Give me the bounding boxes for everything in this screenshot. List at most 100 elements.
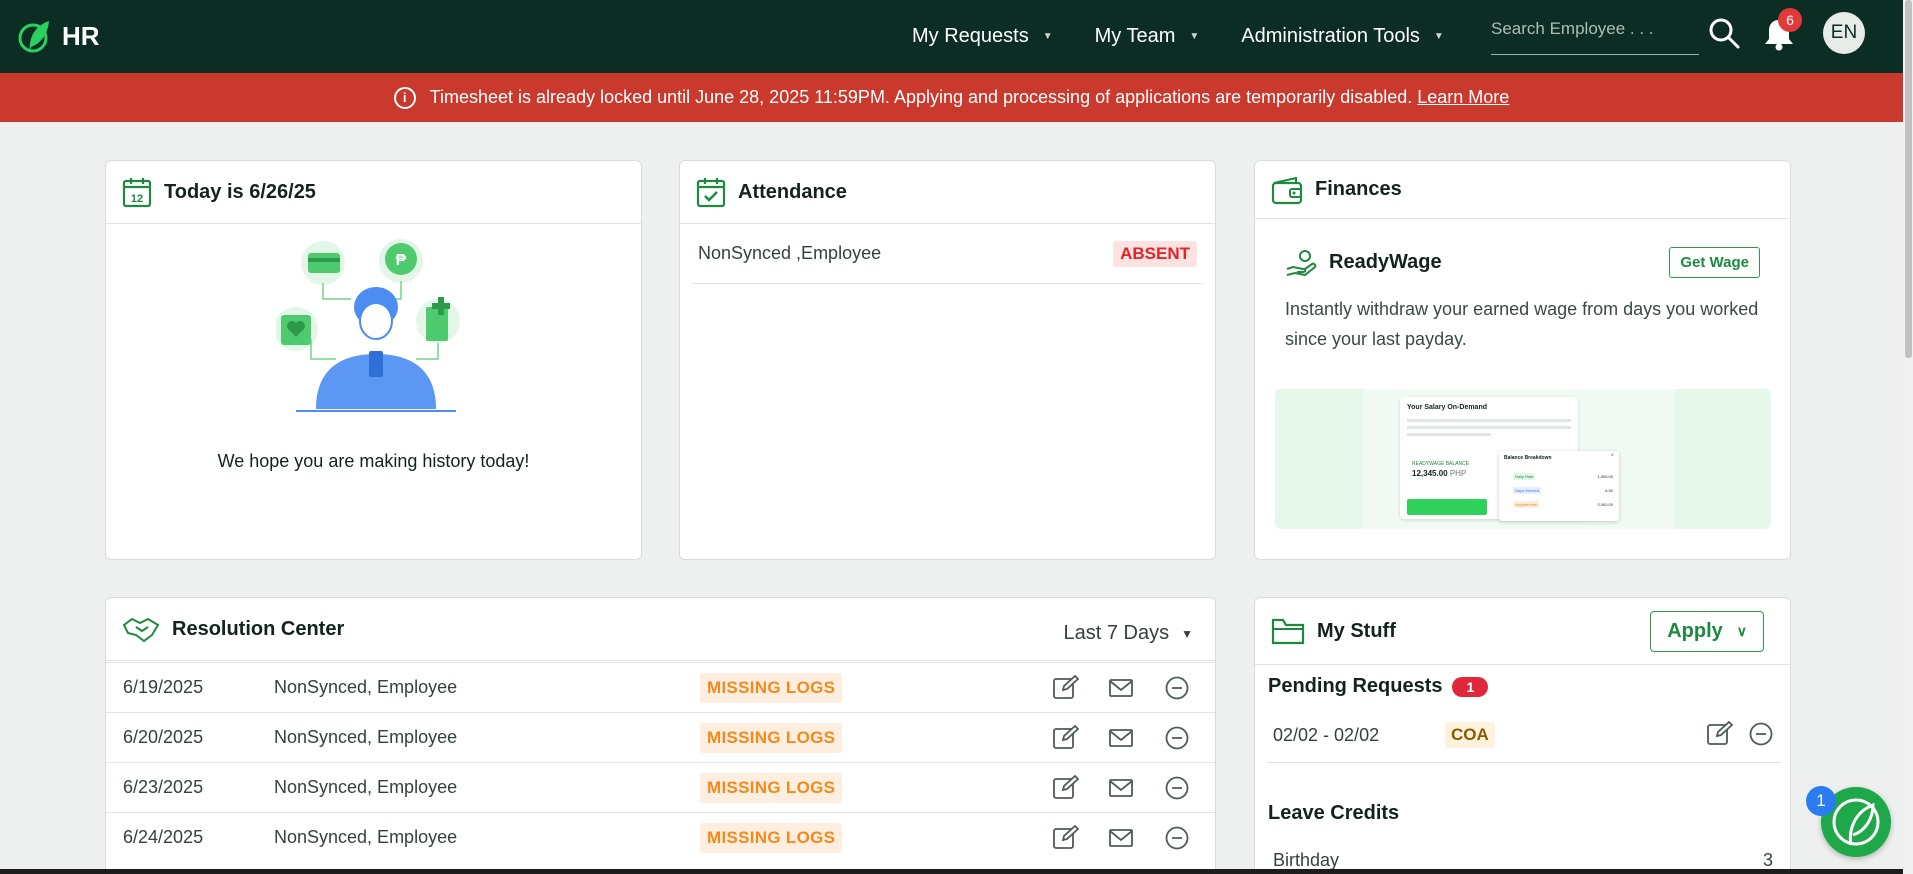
edit-icon[interactable] bbox=[1705, 720, 1734, 748]
today-card: 12 Today is 6/26/25 ₱ We hope you are ma… bbox=[105, 160, 642, 560]
edit-icon[interactable] bbox=[1051, 824, 1080, 852]
page-scrollbar[interactable] bbox=[1903, 0, 1913, 874]
language-avatar[interactable]: EN bbox=[1823, 12, 1865, 54]
readywage-heading: ReadyWage bbox=[1285, 249, 1442, 277]
remove-circle-icon[interactable] bbox=[1163, 824, 1191, 852]
promo-breakdown-value: 6.50 bbox=[1605, 488, 1613, 493]
promo-breakdown-label: Daily Rate bbox=[1513, 473, 1536, 480]
apply-label: Apply bbox=[1667, 620, 1723, 642]
today-card-header: 12 Today is 6/26/25 bbox=[106, 161, 641, 224]
promo-balance-currency: PHP bbox=[1449, 469, 1467, 478]
finances-card: Finances ReadyWage Get Wage Instantly wi… bbox=[1254, 160, 1791, 560]
close-icon: × bbox=[1610, 453, 1614, 459]
promo-withdraw-bar bbox=[1407, 499, 1487, 515]
edit-icon[interactable] bbox=[1051, 774, 1080, 802]
employee-search bbox=[1491, 14, 1699, 55]
readywage-description: Instantly withdraw your earned wage from… bbox=[1285, 299, 1759, 349]
caret-down-icon: ▼ bbox=[1042, 31, 1053, 42]
today-title: Today is 6/26/25 bbox=[164, 180, 316, 203]
resolution-center-card: Resolution Center Last 7 Days ▼ 6/19/202… bbox=[105, 597, 1216, 874]
promo-balance-value: 12,345.00 bbox=[1412, 469, 1448, 478]
remove-circle-icon[interactable] bbox=[1747, 720, 1775, 748]
date-range-dropdown[interactable]: Last 7 Days ▼ bbox=[1064, 622, 1194, 645]
remove-circle-icon[interactable] bbox=[1163, 724, 1191, 752]
handshake-icon bbox=[122, 617, 160, 643]
resolution-employee: NonSynced, Employee bbox=[274, 677, 458, 697]
nav-my-team[interactable]: My Team ▼ bbox=[1095, 25, 1200, 48]
promo-breakdown-value: 3,000.00 bbox=[1597, 502, 1613, 507]
search-icon[interactable] bbox=[1707, 16, 1741, 50]
mail-icon[interactable] bbox=[1107, 774, 1135, 802]
caret-down-icon: ▼ bbox=[1181, 626, 1193, 641]
promo-line bbox=[1407, 433, 1491, 436]
top-navigation-bar: HR My Requests ▼ My Team ▼ Administratio… bbox=[0, 0, 1903, 73]
alert-message: Timesheet is already locked until June 2… bbox=[429, 87, 1413, 107]
missing-logs-badge: MISSING LOGS bbox=[700, 722, 843, 753]
leave-balance: 3 bbox=[1762, 850, 1773, 870]
learn-more-link[interactable]: Learn More bbox=[1417, 87, 1509, 108]
attendance-row[interactable]: NonSynced ,Employee ABSENT bbox=[692, 224, 1203, 284]
resolution-employee: NonSynced, Employee bbox=[274, 827, 458, 847]
coa-badge: COA bbox=[1445, 722, 1495, 748]
resolution-date: 6/20/2025 bbox=[123, 727, 204, 747]
bottom-edge-strip bbox=[0, 869, 1903, 874]
mail-icon[interactable] bbox=[1107, 674, 1135, 702]
promo-breakdown-title: Balance Breakdown bbox=[1504, 455, 1552, 461]
resolution-date: 6/23/2025 bbox=[123, 777, 204, 797]
promo-breakdown-card: Balance Breakdown × Daily Rate 1,000.00 … bbox=[1499, 451, 1619, 521]
finances-title: Finances bbox=[1315, 178, 1402, 200]
edit-icon[interactable] bbox=[1051, 724, 1080, 752]
date-range-label: Last 7 Days bbox=[1063, 622, 1170, 644]
mail-icon[interactable] bbox=[1107, 724, 1135, 752]
today-message: We hope you are making history today! bbox=[217, 451, 530, 471]
resolution-title: Resolution Center bbox=[172, 617, 345, 640]
pending-request-row[interactable]: 02/02 - 02/02 COA bbox=[1267, 708, 1781, 763]
pending-date-range: 02/02 - 02/02 bbox=[1273, 724, 1380, 745]
my-stuff-title: My Stuff bbox=[1317, 619, 1396, 642]
mail-icon[interactable] bbox=[1107, 824, 1135, 852]
get-wage-button[interactable]: Get Wage bbox=[1669, 247, 1760, 278]
edit-icon[interactable] bbox=[1051, 674, 1080, 702]
leave-credit-row: Birthday 3 bbox=[1273, 850, 1773, 871]
table-row[interactable]: 6/19/2025 NonSynced, Employee MISSING LO… bbox=[106, 662, 1215, 712]
remove-circle-icon[interactable] bbox=[1163, 674, 1191, 702]
scrollbar-thumb[interactable] bbox=[1905, 0, 1912, 358]
caret-down-icon: ▼ bbox=[1433, 31, 1444, 42]
missing-logs-badge: MISSING LOGS bbox=[700, 822, 843, 853]
nav-label: Administration Tools bbox=[1241, 25, 1420, 47]
pending-requests-heading: Pending Requests 1 bbox=[1268, 675, 1489, 698]
wallet-icon bbox=[1271, 176, 1303, 204]
table-row[interactable]: 6/24/2025 NonSynced, Employee MISSING LO… bbox=[106, 812, 1215, 862]
promo-heading: Your Salary On-Demand bbox=[1407, 404, 1488, 411]
chevron-down-icon: ∨ bbox=[1736, 623, 1747, 639]
missing-logs-badge: MISSING LOGS bbox=[700, 672, 843, 703]
chat-unread-badge: 1 bbox=[1806, 786, 1836, 816]
promo-line bbox=[1407, 419, 1571, 422]
leave-type: Birthday bbox=[1273, 850, 1340, 870]
remove-circle-icon[interactable] bbox=[1163, 774, 1191, 802]
notification-count-badge: 6 bbox=[1778, 8, 1802, 32]
attendance-title: Attendance bbox=[738, 180, 847, 203]
resolution-date: 6/19/2025 bbox=[123, 677, 204, 697]
nav-my-requests[interactable]: My Requests ▼ bbox=[912, 25, 1053, 48]
table-row[interactable]: 6/20/2025 NonSynced, Employee MISSING LO… bbox=[106, 712, 1215, 762]
finances-card-header: Finances bbox=[1255, 161, 1790, 219]
brand[interactable]: HR bbox=[18, 17, 100, 57]
calendar-day-text: 12 bbox=[131, 193, 143, 205]
notifications-button[interactable]: 6 bbox=[1762, 8, 1802, 52]
resolution-date: 6/24/2025 bbox=[123, 827, 204, 847]
nav-administration-tools[interactable]: Administration Tools ▼ bbox=[1241, 25, 1444, 48]
attendance-card: Attendance NonSynced ,Employee ABSENT bbox=[679, 160, 1216, 560]
app-title: HR bbox=[62, 21, 100, 51]
pending-requests-title: Pending Requests bbox=[1268, 675, 1443, 697]
attendance-employee-name: NonSynced ,Employee bbox=[698, 243, 882, 263]
calendar-check-icon bbox=[696, 178, 726, 208]
apply-button[interactable]: Apply ∨ bbox=[1650, 611, 1764, 652]
leave-credits-heading: Leave Credits bbox=[1268, 802, 1399, 825]
table-row[interactable]: 6/23/2025 NonSynced, Employee MISSING LO… bbox=[106, 762, 1215, 812]
search-input[interactable] bbox=[1491, 14, 1699, 44]
readywage-promo-banner[interactable]: Your Salary On-Demand READYWAGE BALANCE … bbox=[1275, 389, 1771, 529]
person-with-phone-illustration: ₱ bbox=[276, 239, 460, 412]
nav-label: My Requests bbox=[912, 25, 1029, 47]
hand-money-icon bbox=[1286, 249, 1317, 276]
